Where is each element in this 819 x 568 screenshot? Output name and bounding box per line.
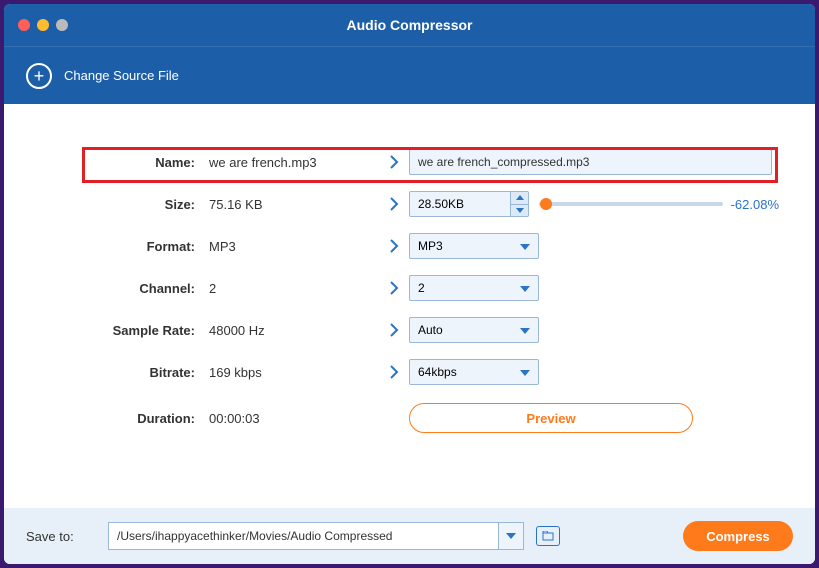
original-name: we are french.mp3 (209, 155, 379, 170)
row-name: Name: we are french.mp3 (24, 142, 795, 182)
label-channel: Channel: (24, 281, 209, 296)
folder-icon (542, 531, 554, 541)
original-bitrate: 169 kbps (209, 365, 379, 380)
spinner-down-icon[interactable] (511, 205, 528, 217)
arrow-icon (379, 238, 409, 254)
window-title: Audio Compressor (4, 17, 815, 33)
main-content: Name: we are french.mp3 Size: 75.16 KB 2… (4, 104, 815, 508)
maximize-icon[interactable] (56, 19, 68, 31)
arrow-icon (379, 280, 409, 296)
sample-rate-select[interactable]: Auto (409, 317, 539, 343)
arrow-icon (379, 364, 409, 380)
size-percent: -62.08% (731, 197, 779, 212)
channel-value: 2 (418, 281, 425, 295)
original-channel: 2 (209, 281, 379, 296)
spinner-up-icon[interactable] (511, 192, 528, 205)
row-size: Size: 75.16 KB 28.50KB -62.08% (24, 184, 795, 224)
chevron-down-icon (520, 365, 530, 379)
original-size: 75.16 KB (209, 197, 379, 212)
chevron-down-icon (520, 239, 530, 253)
original-format: MP3 (209, 239, 379, 254)
row-format: Format: MP3 MP3 (24, 226, 795, 266)
window-controls (18, 19, 68, 31)
preview-button[interactable]: Preview (409, 403, 693, 433)
format-value: MP3 (418, 239, 443, 253)
channel-select[interactable]: 2 (409, 275, 539, 301)
arrow-icon (379, 154, 409, 170)
row-sample-rate: Sample Rate: 48000 Hz Auto (24, 310, 795, 350)
row-channel: Channel: 2 2 (24, 268, 795, 308)
output-name-input[interactable] (409, 149, 772, 175)
slider-thumb-icon[interactable] (540, 198, 552, 210)
open-folder-button[interactable] (536, 526, 560, 546)
original-sample-rate: 48000 Hz (209, 323, 379, 338)
original-duration: 00:00:03 (209, 411, 379, 426)
save-path-dropdown[interactable] (498, 522, 524, 550)
label-sample-rate: Sample Rate: (24, 323, 209, 338)
label-duration: Duration: (24, 411, 209, 426)
label-name: Name: (24, 155, 209, 170)
arrow-icon (379, 322, 409, 338)
change-source-button[interactable]: Change Source File (64, 68, 179, 83)
label-size: Size: (24, 197, 209, 212)
compress-button[interactable]: Compress (683, 521, 793, 551)
bitrate-select[interactable]: 64kbps (409, 359, 539, 385)
toolbar: + Change Source File (4, 46, 815, 104)
minimize-icon[interactable] (37, 19, 49, 31)
sample-rate-value: Auto (418, 323, 443, 337)
arrow-icon (379, 196, 409, 212)
row-bitrate: Bitrate: 169 kbps 64kbps (24, 352, 795, 392)
save-to-label: Save to: (26, 529, 96, 544)
output-size-value: 28.50KB (418, 197, 464, 211)
save-path-control (108, 522, 524, 550)
close-icon[interactable] (18, 19, 30, 31)
output-size-spinner[interactable]: 28.50KB (409, 191, 529, 217)
titlebar: Audio Compressor (4, 4, 815, 46)
chevron-down-icon (506, 533, 516, 539)
chevron-down-icon (520, 281, 530, 295)
bitrate-value: 64kbps (418, 365, 457, 379)
save-path-input[interactable] (108, 522, 498, 550)
row-duration: Duration: 00:00:03 Preview (24, 398, 795, 438)
size-slider[interactable] (539, 202, 723, 206)
format-select[interactable]: MP3 (409, 233, 539, 259)
footer: Save to: Compress (4, 508, 815, 564)
add-icon[interactable]: + (26, 63, 52, 89)
label-bitrate: Bitrate: (24, 365, 209, 380)
label-format: Format: (24, 239, 209, 254)
chevron-down-icon (520, 323, 530, 337)
